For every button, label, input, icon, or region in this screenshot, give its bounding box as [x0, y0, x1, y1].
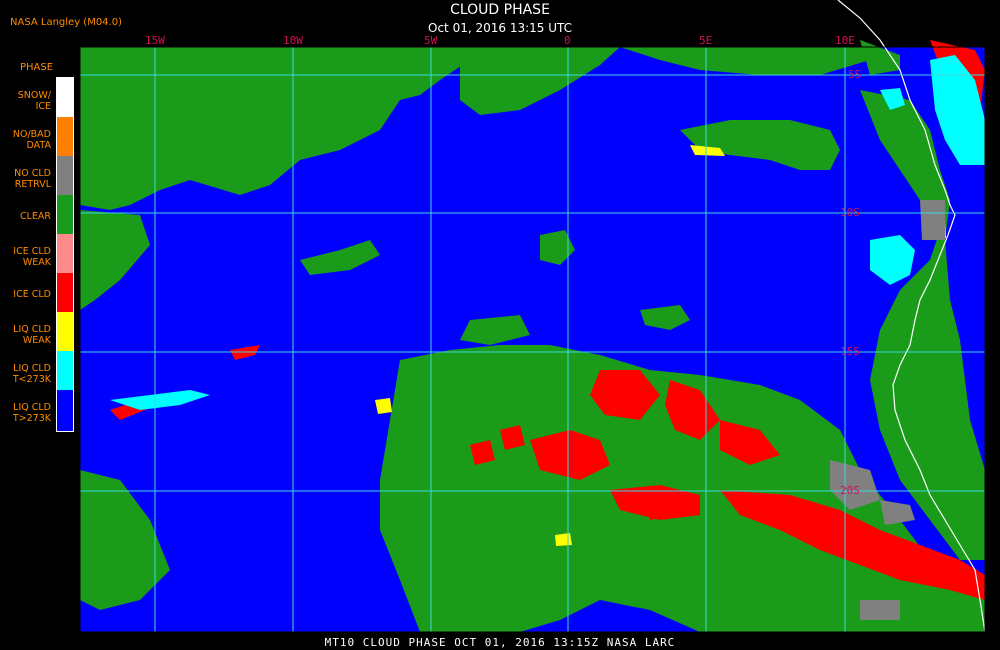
legend-swatch-liq-cld-cold [57, 351, 73, 390]
legend-swatch-no-bad-data [57, 117, 73, 156]
legend-swatch-ice-cld-weak [57, 234, 73, 273]
legend-swatch-no-cld-retrvl [57, 156, 73, 195]
legend-label-liq-cld-warm: LIQ CLD T>273K [12, 402, 51, 424]
legend-label-snow-ice: SNOW/ ICE [17, 90, 51, 112]
legend-label-ice-cld-weak: ICE CLD WEAK [13, 246, 51, 268]
lon-label-10e: 10E [835, 34, 855, 47]
lon-label-15w: 15W [145, 34, 165, 47]
legend-swatch-ice-cld [57, 273, 73, 312]
footer-caption: MT10 CLOUD PHASE OCT 01, 2016 13:15Z NAS… [324, 636, 676, 649]
legend-swatch-liq-cld-weak [57, 312, 73, 351]
legend-label-no-cld-retrvl: NO CLD RETRVL [14, 168, 51, 190]
legend-title: PHASE [20, 62, 54, 73]
lat-label-5s: 5S [848, 68, 862, 81]
lat-label-20s: 20S [840, 484, 860, 497]
legend-label-liq-cld-cold: LIQ CLD T<273K [12, 363, 51, 385]
legend-label-clear: CLEAR [19, 211, 51, 222]
legend-label-ice-cld: ICE CLD [13, 289, 51, 300]
lat-label-15s: 15S [840, 345, 860, 358]
legend-label-liq-cld-weak: LIQ CLD WEAK [13, 324, 51, 346]
lon-label-5w: 5W [424, 34, 438, 47]
legend-swatch-liq-cld-warm [57, 390, 73, 431]
legend-swatch-clear [57, 195, 73, 234]
cloud-phase-map [79, 0, 986, 633]
lon-label-0: 0 [564, 34, 571, 47]
lon-label-10w: 10W [283, 34, 303, 47]
lon-label-5e: 5E [699, 34, 713, 47]
lat-label-10s: 10S [840, 206, 860, 219]
legend-swatch-snow-ice [57, 78, 73, 117]
legend-label-no-bad-data: NO/BAD DATA [12, 129, 51, 151]
